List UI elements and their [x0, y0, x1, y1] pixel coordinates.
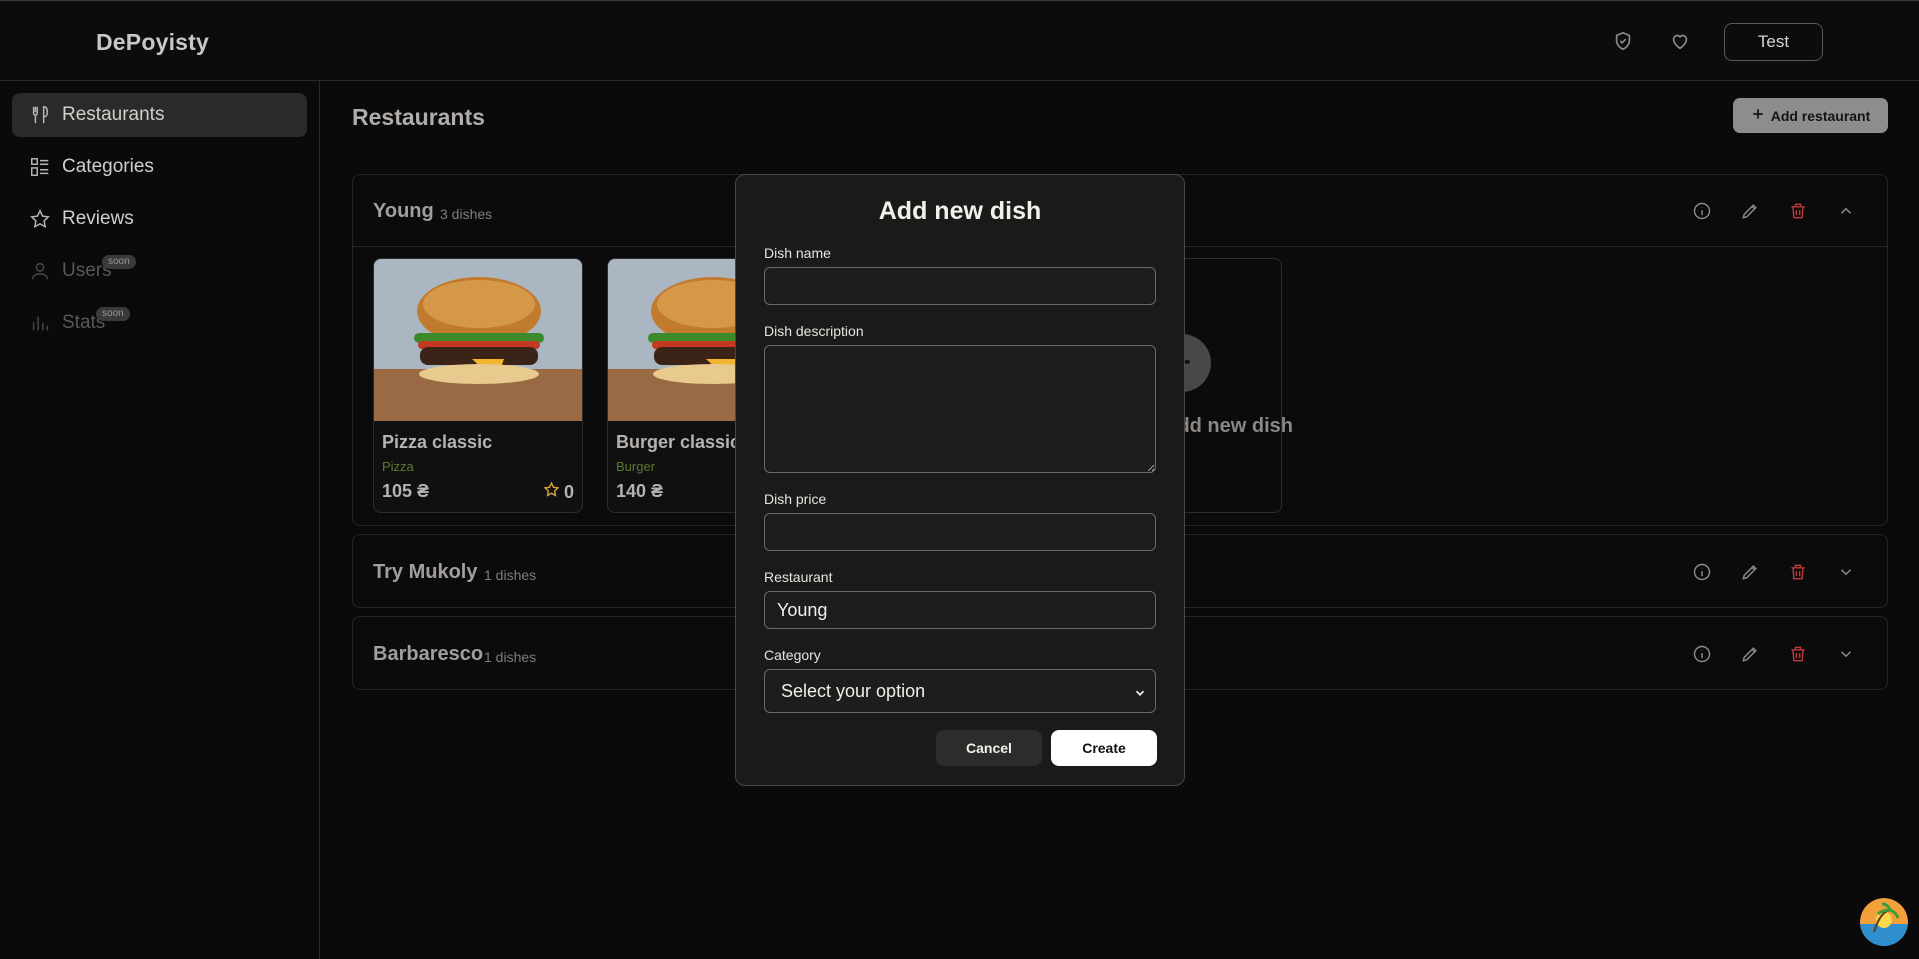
dish-count: 1 dishes [484, 567, 537, 583]
chevron-down-icon[interactable] [1835, 561, 1857, 583]
dish-price-label: Dish price [764, 491, 827, 507]
category-label: Category [764, 647, 821, 663]
restaurant-name: Young [373, 200, 434, 222]
delete-icon[interactable] [1787, 200, 1809, 222]
dish-name: Pizza classic [382, 432, 493, 452]
list-grid-icon [28, 155, 52, 179]
dish-card[interactable]: Pizza classic Pizza 105 ₴ 0 [373, 258, 583, 513]
info-icon[interactable] [1691, 200, 1713, 222]
burger-image [374, 259, 582, 421]
modal-title: Add new dish [878, 197, 1042, 225]
add-dish-modal: Add new dish Dish name Dish description … [735, 174, 1185, 786]
delete-icon[interactable] [1787, 643, 1809, 665]
sidebar-item-reviews[interactable]: Reviews [12, 197, 307, 241]
sidebar: Restaurants Categories Reviews Users soo… [0, 81, 320, 959]
dish-count: 1 dishes [484, 649, 537, 665]
info-icon[interactable] [1691, 643, 1713, 665]
category-select[interactable]: Select your option [764, 669, 1156, 713]
page-title: Restaurants [352, 104, 485, 130]
dish-name-label: Dish name [764, 245, 831, 261]
sidebar-item-label: Categories [62, 156, 154, 177]
dish-category: Burger [616, 459, 656, 474]
rating-value: 0 [563, 481, 574, 502]
fork-knife-icon [28, 103, 52, 127]
chevron-down-icon[interactable] [1835, 643, 1857, 665]
dish-price-input[interactable] [764, 513, 1156, 551]
sidebar-item-categories[interactable]: Categories [12, 145, 307, 189]
star-icon [543, 481, 560, 503]
dish-price: 140 ₴ [616, 481, 664, 501]
edit-icon[interactable] [1739, 200, 1761, 222]
delete-icon[interactable] [1787, 561, 1809, 583]
shield-check-icon[interactable] [1610, 28, 1636, 54]
panel-actions [1691, 200, 1857, 222]
user-icon [28, 259, 52, 283]
star-icon [28, 207, 52, 231]
info-icon[interactable] [1691, 561, 1713, 583]
edit-icon[interactable] [1739, 643, 1761, 665]
dish-category: Pizza [382, 459, 414, 474]
add-restaurant-button[interactable]: Add restaurant [1733, 98, 1888, 133]
soon-badge: soon [102, 255, 136, 269]
dish-name: Burger classic [616, 432, 741, 452]
dish-rating: 0 [543, 481, 574, 503]
dish-price: 105 ₴ [382, 481, 430, 501]
heart-icon[interactable] [1667, 28, 1693, 54]
add-restaurant-label: Add restaurant [1770, 107, 1871, 124]
sidebar-item-stats: Stats [12, 301, 307, 345]
soon-badge: soon [96, 307, 130, 321]
app-logo[interactable]: DePoyisty [96, 29, 209, 56]
plus-icon [1751, 107, 1765, 124]
panel-actions [1691, 561, 1857, 583]
restaurant-label: Restaurant [764, 569, 833, 585]
create-button[interactable]: Create [1051, 730, 1157, 766]
restaurant-input[interactable] [764, 591, 1156, 629]
assistant-avatar[interactable] [1860, 898, 1908, 946]
bar-chart-icon [28, 311, 52, 335]
top-header: DePoyisty Test [0, 0, 1919, 81]
user-menu-button[interactable]: Test [1724, 23, 1823, 61]
sidebar-item-users: Users [12, 249, 307, 293]
cancel-button[interactable]: Cancel [936, 730, 1042, 766]
dish-description-label: Dish description [764, 323, 864, 339]
sidebar-item-label: Restaurants [62, 104, 165, 125]
chevron-down-icon [1133, 684, 1147, 705]
dish-count: 3 dishes [440, 206, 493, 222]
edit-icon[interactable] [1739, 561, 1761, 583]
dish-description-input[interactable] [764, 345, 1156, 473]
panel-actions [1691, 643, 1857, 665]
chevron-up-icon[interactable] [1835, 200, 1857, 222]
restaurant-name: Barbaresco [373, 643, 484, 665]
category-selected-value: Select your option [781, 680, 926, 701]
sidebar-item-restaurants[interactable]: Restaurants [12, 93, 307, 137]
sidebar-item-label: Reviews [62, 208, 134, 229]
dish-name-input[interactable] [764, 267, 1156, 305]
restaurant-name: Try Mukoly [373, 561, 478, 583]
